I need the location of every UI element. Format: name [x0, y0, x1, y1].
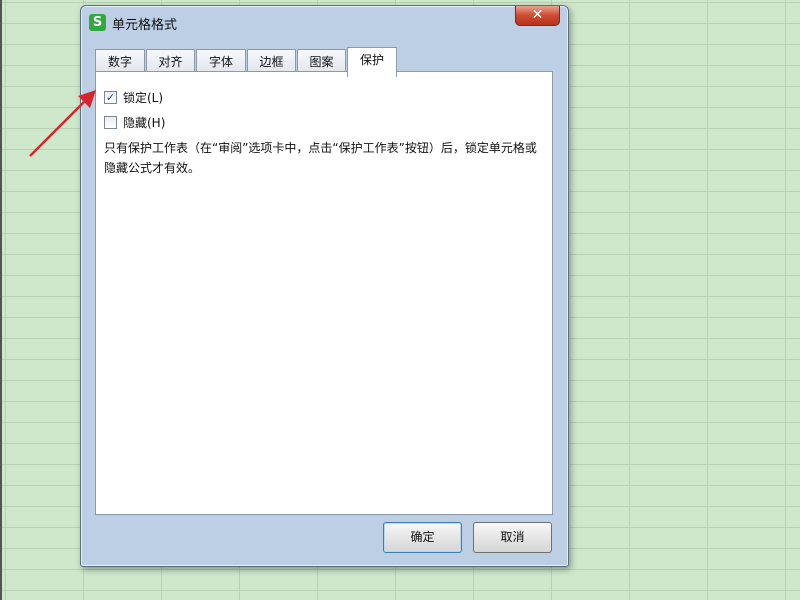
hidden-checkbox[interactable]: [104, 116, 117, 129]
locked-label[interactable]: 锁定(L): [123, 89, 163, 106]
locked-checkbox[interactable]: ✓: [104, 91, 117, 104]
format-cells-dialog: S 单元格格式 ✕ 数字 对齐 字体 边框 图案 保护 ✓ 锁定(L) 隐藏(H…: [80, 5, 569, 567]
protection-help-text: 只有保护工作表（在“审阅”选项卡中，点击“保护工作表”按钮）后，锁定单元格或隐藏…: [104, 141, 537, 175]
cancel-button[interactable]: 取消: [473, 522, 552, 553]
protection-panel: ✓ 锁定(L) 隐藏(H) 只有保护工作表（在“审阅”选项卡中，点击“保护工作表…: [95, 71, 553, 515]
close-icon: ✕: [531, 7, 544, 23]
dialog-title: 单元格格式: [112, 18, 178, 33]
hidden-label[interactable]: 隐藏(H): [123, 114, 165, 131]
close-button[interactable]: ✕: [515, 6, 560, 26]
tab-protection[interactable]: 保护: [347, 47, 397, 77]
window-edge: [0, 0, 2, 600]
spreadsheet-app-icon: S: [89, 14, 106, 31]
title-bar[interactable]: S 单元格格式 ✕: [81, 6, 568, 39]
ok-button[interactable]: 确定: [383, 522, 462, 553]
